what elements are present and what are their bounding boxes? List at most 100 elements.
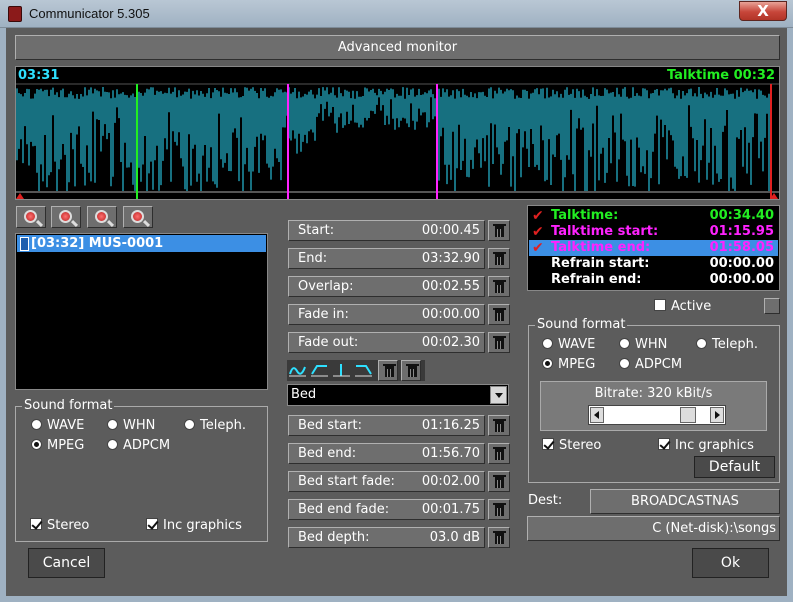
zoom-in-icon xyxy=(95,210,108,223)
radio-selected-icon xyxy=(31,439,42,450)
bitrate-slider[interactable] xyxy=(588,405,726,425)
bed-fade-out-icon[interactable] xyxy=(355,362,372,378)
clear-fade-in-button[interactable] xyxy=(488,304,510,325)
zoom-in-button[interactable] xyxy=(87,206,117,228)
clear-bed-end-button[interactable] xyxy=(488,443,510,464)
right-radio-adpcm[interactable]: ADPCM xyxy=(619,357,682,372)
list-item[interactable]: [03:32] MUS-0001 xyxy=(17,235,266,252)
trash-icon xyxy=(383,364,396,377)
radio-icon xyxy=(107,419,118,430)
zoom-max-icon xyxy=(131,210,144,223)
talktime-panel[interactable]: ✔ Talktime: 00:34.40 ✔ Talktime start: 0… xyxy=(527,205,780,291)
waveform-graphic xyxy=(16,83,779,199)
bed-start-field[interactable]: Bed start: 01:16.25 xyxy=(288,415,485,436)
checkbox-checked-icon xyxy=(146,518,158,530)
bed-end-field[interactable]: Bed end: 01:56.70 xyxy=(288,443,485,464)
page-title: Advanced monitor xyxy=(15,35,780,60)
dest-target-field[interactable]: BROADCASTNAS xyxy=(590,489,780,514)
checkmark-icon: ✔ xyxy=(532,224,544,240)
arrow-left-icon[interactable] xyxy=(590,407,604,423)
talktime-start-row[interactable]: ✔ Talktime start: 01:15.95 xyxy=(529,224,778,240)
zoom-out-icon xyxy=(59,210,72,223)
default-button[interactable]: Default xyxy=(694,456,775,478)
refrain-start-row[interactable]: Refrain start: 00:00.00 xyxy=(529,256,778,272)
right-stereo-checkbox[interactable]: Stereo xyxy=(542,438,601,453)
bed-depth-field[interactable]: Bed depth: 03.0 dB xyxy=(288,527,485,548)
active-checkbox[interactable]: Active xyxy=(654,299,711,314)
right-radio-teleph[interactable]: Teleph. xyxy=(696,337,758,352)
bed-wave-icon[interactable] xyxy=(289,362,306,378)
checkbox-checked-icon xyxy=(30,518,42,530)
zoom-max-button[interactable] xyxy=(123,206,153,228)
clear-bed-end-fade-button[interactable] xyxy=(488,499,510,520)
cancel-button[interactable]: Cancel xyxy=(28,548,105,578)
left-stereo-checkbox[interactable]: Stereo xyxy=(30,518,89,533)
overlap-field[interactable]: Overlap: 00:02.55 xyxy=(288,276,485,297)
checkmark-icon: ✔ xyxy=(532,208,544,224)
zoom-fit-icon xyxy=(24,210,37,223)
trash-icon xyxy=(493,475,506,488)
talktime-end-row[interactable]: ✔ Talktime end: 01:58.05 xyxy=(529,240,778,256)
dest-path-field[interactable]: C (Net-disk):\songs xyxy=(527,516,780,541)
arrow-right-icon[interactable] xyxy=(710,407,724,423)
trash-icon xyxy=(406,364,419,377)
chevron-down-icon[interactable] xyxy=(490,386,507,404)
right-radio-whn[interactable]: WHN xyxy=(619,337,667,352)
radio-icon xyxy=(107,439,118,450)
bed-select[interactable]: Bed xyxy=(287,384,509,406)
left-radio-teleph[interactable]: Teleph. xyxy=(184,418,246,433)
radio-icon xyxy=(696,338,707,349)
bed-end-fade-field[interactable]: Bed end fade: 00:01.75 xyxy=(288,499,485,520)
left-radio-adpcm[interactable]: ADPCM xyxy=(107,438,170,453)
zoom-out-button[interactable] xyxy=(51,206,81,228)
zoom-fit-button[interactable] xyxy=(16,206,46,228)
left-incgfx-checkbox[interactable]: Inc graphics xyxy=(146,518,242,533)
bed-marker-icon[interactable] xyxy=(333,362,350,378)
refrain-end-row[interactable]: Refrain end: 00:00.00 xyxy=(529,272,778,288)
radio-icon xyxy=(619,358,630,369)
waveform-display[interactable]: 03:31 Talktime 00:32 xyxy=(15,66,780,200)
trash-icon xyxy=(493,447,506,460)
clear-bed-depth-button[interactable] xyxy=(488,527,510,548)
right-radio-mpeg[interactable]: MPEG xyxy=(542,357,595,372)
ok-button[interactable]: Ok xyxy=(692,548,769,578)
slider-thumb[interactable] xyxy=(679,407,696,423)
checkmark-icon: ✔ xyxy=(532,240,544,256)
clear-bed-start-fade-button[interactable] xyxy=(488,471,510,492)
trash-icon xyxy=(493,308,506,321)
start-marker xyxy=(16,193,24,199)
title-bar[interactable]: Communicator 5.305 X xyxy=(0,0,793,28)
right-incgfx-checkbox[interactable]: Inc graphics xyxy=(658,438,754,453)
radio-icon xyxy=(542,338,553,349)
left-radio-whn[interactable]: WHN xyxy=(107,418,155,433)
app-icon xyxy=(8,6,22,22)
talktime-row[interactable]: ✔ Talktime: 00:34.40 xyxy=(529,208,778,224)
radio-icon xyxy=(31,419,42,430)
clear-fade-out-button[interactable] xyxy=(488,332,510,353)
close-button[interactable]: X xyxy=(739,1,787,21)
start-field[interactable]: Start: 00:00.45 xyxy=(288,220,485,241)
clear-bed-start-button[interactable] xyxy=(488,415,510,436)
bed-clear-all-button[interactable] xyxy=(401,360,421,381)
clear-overlap-button[interactable] xyxy=(488,276,510,297)
talktime-readout: Talktime 00:32 xyxy=(666,68,775,83)
fade-out-field[interactable]: Fade out: 00:02.30 xyxy=(288,332,485,353)
bitrate-label: Bitrate: 320 kBit/s xyxy=(594,386,713,401)
bed-start-fade-field[interactable]: Bed start fade: 00:02.00 xyxy=(288,471,485,492)
trash-icon xyxy=(493,503,506,516)
right-radio-wave[interactable]: WAVE xyxy=(542,337,595,352)
left-radio-mpeg[interactable]: MPEG xyxy=(31,438,84,453)
bed-fade-in-icon[interactable] xyxy=(311,362,328,378)
clear-end-button[interactable] xyxy=(488,248,510,269)
trash-icon xyxy=(493,224,506,237)
active-toggle-button[interactable] xyxy=(764,298,780,314)
playlist[interactable]: [03:32] MUS-0001 xyxy=(15,233,268,390)
fade-in-field[interactable]: Fade in: 00:00.00 xyxy=(288,304,485,325)
bed-clear-button[interactable] xyxy=(378,360,398,381)
end-field[interactable]: End: 03:32.90 xyxy=(288,248,485,269)
bed-toolbar xyxy=(287,360,425,381)
clear-start-button[interactable] xyxy=(488,220,510,241)
left-radio-wave[interactable]: WAVE xyxy=(31,418,84,433)
trash-icon xyxy=(493,280,506,293)
checkbox-checked-icon xyxy=(542,438,554,450)
